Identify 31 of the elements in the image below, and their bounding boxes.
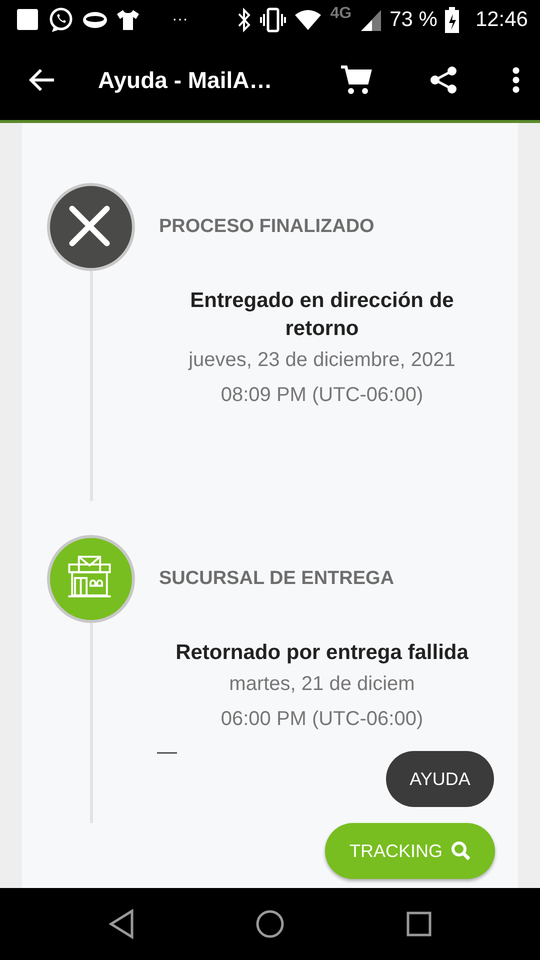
network-label: 4G (330, 4, 352, 24)
wifi-icon (294, 9, 322, 31)
event-date: martes, 21 de diciem (228, 672, 416, 697)
battery-percent: 73 % (390, 7, 438, 34)
chat-icon (48, 7, 74, 33)
home-nav-icon[interactable] (254, 909, 285, 939)
help-button[interactable]: AYUDA (386, 751, 494, 807)
event-date: jueves, 23 de diciembre, 2021 (187, 348, 456, 373)
cart-icon[interactable] (340, 65, 372, 95)
event-description: Retornado por entrega fallida (174, 640, 470, 666)
battery-icon (445, 7, 460, 33)
overflow-dots: ··· (172, 10, 188, 30)
clock: 12:46 (475, 7, 528, 34)
back-icon[interactable] (28, 68, 56, 92)
more-options-icon[interactable] (512, 67, 520, 93)
event-description: Entregado en dirección de retorno (189, 288, 455, 342)
search-icon (450, 841, 470, 861)
share-icon[interactable] (430, 66, 458, 94)
event-time: 08:09 PM (UTC-06:00) (220, 383, 424, 408)
shirt-icon (116, 8, 140, 32)
signal-icon (360, 8, 382, 32)
status-title: SUCURSAL DE ENTREGA (159, 566, 394, 591)
bluetooth-icon (236, 7, 252, 33)
recents-nav-icon[interactable] (406, 911, 432, 937)
back-nav-icon[interactable] (108, 909, 134, 939)
event-time: 06:00 PM (UTC-06:00) (220, 707, 424, 732)
status-title: PROCESO FINALIZADO (159, 214, 374, 239)
vibrate-icon (260, 7, 286, 33)
app-title: Ayuda - MailA… (98, 66, 274, 95)
notification-icon (16, 8, 40, 32)
dash-mark: — (157, 740, 177, 765)
